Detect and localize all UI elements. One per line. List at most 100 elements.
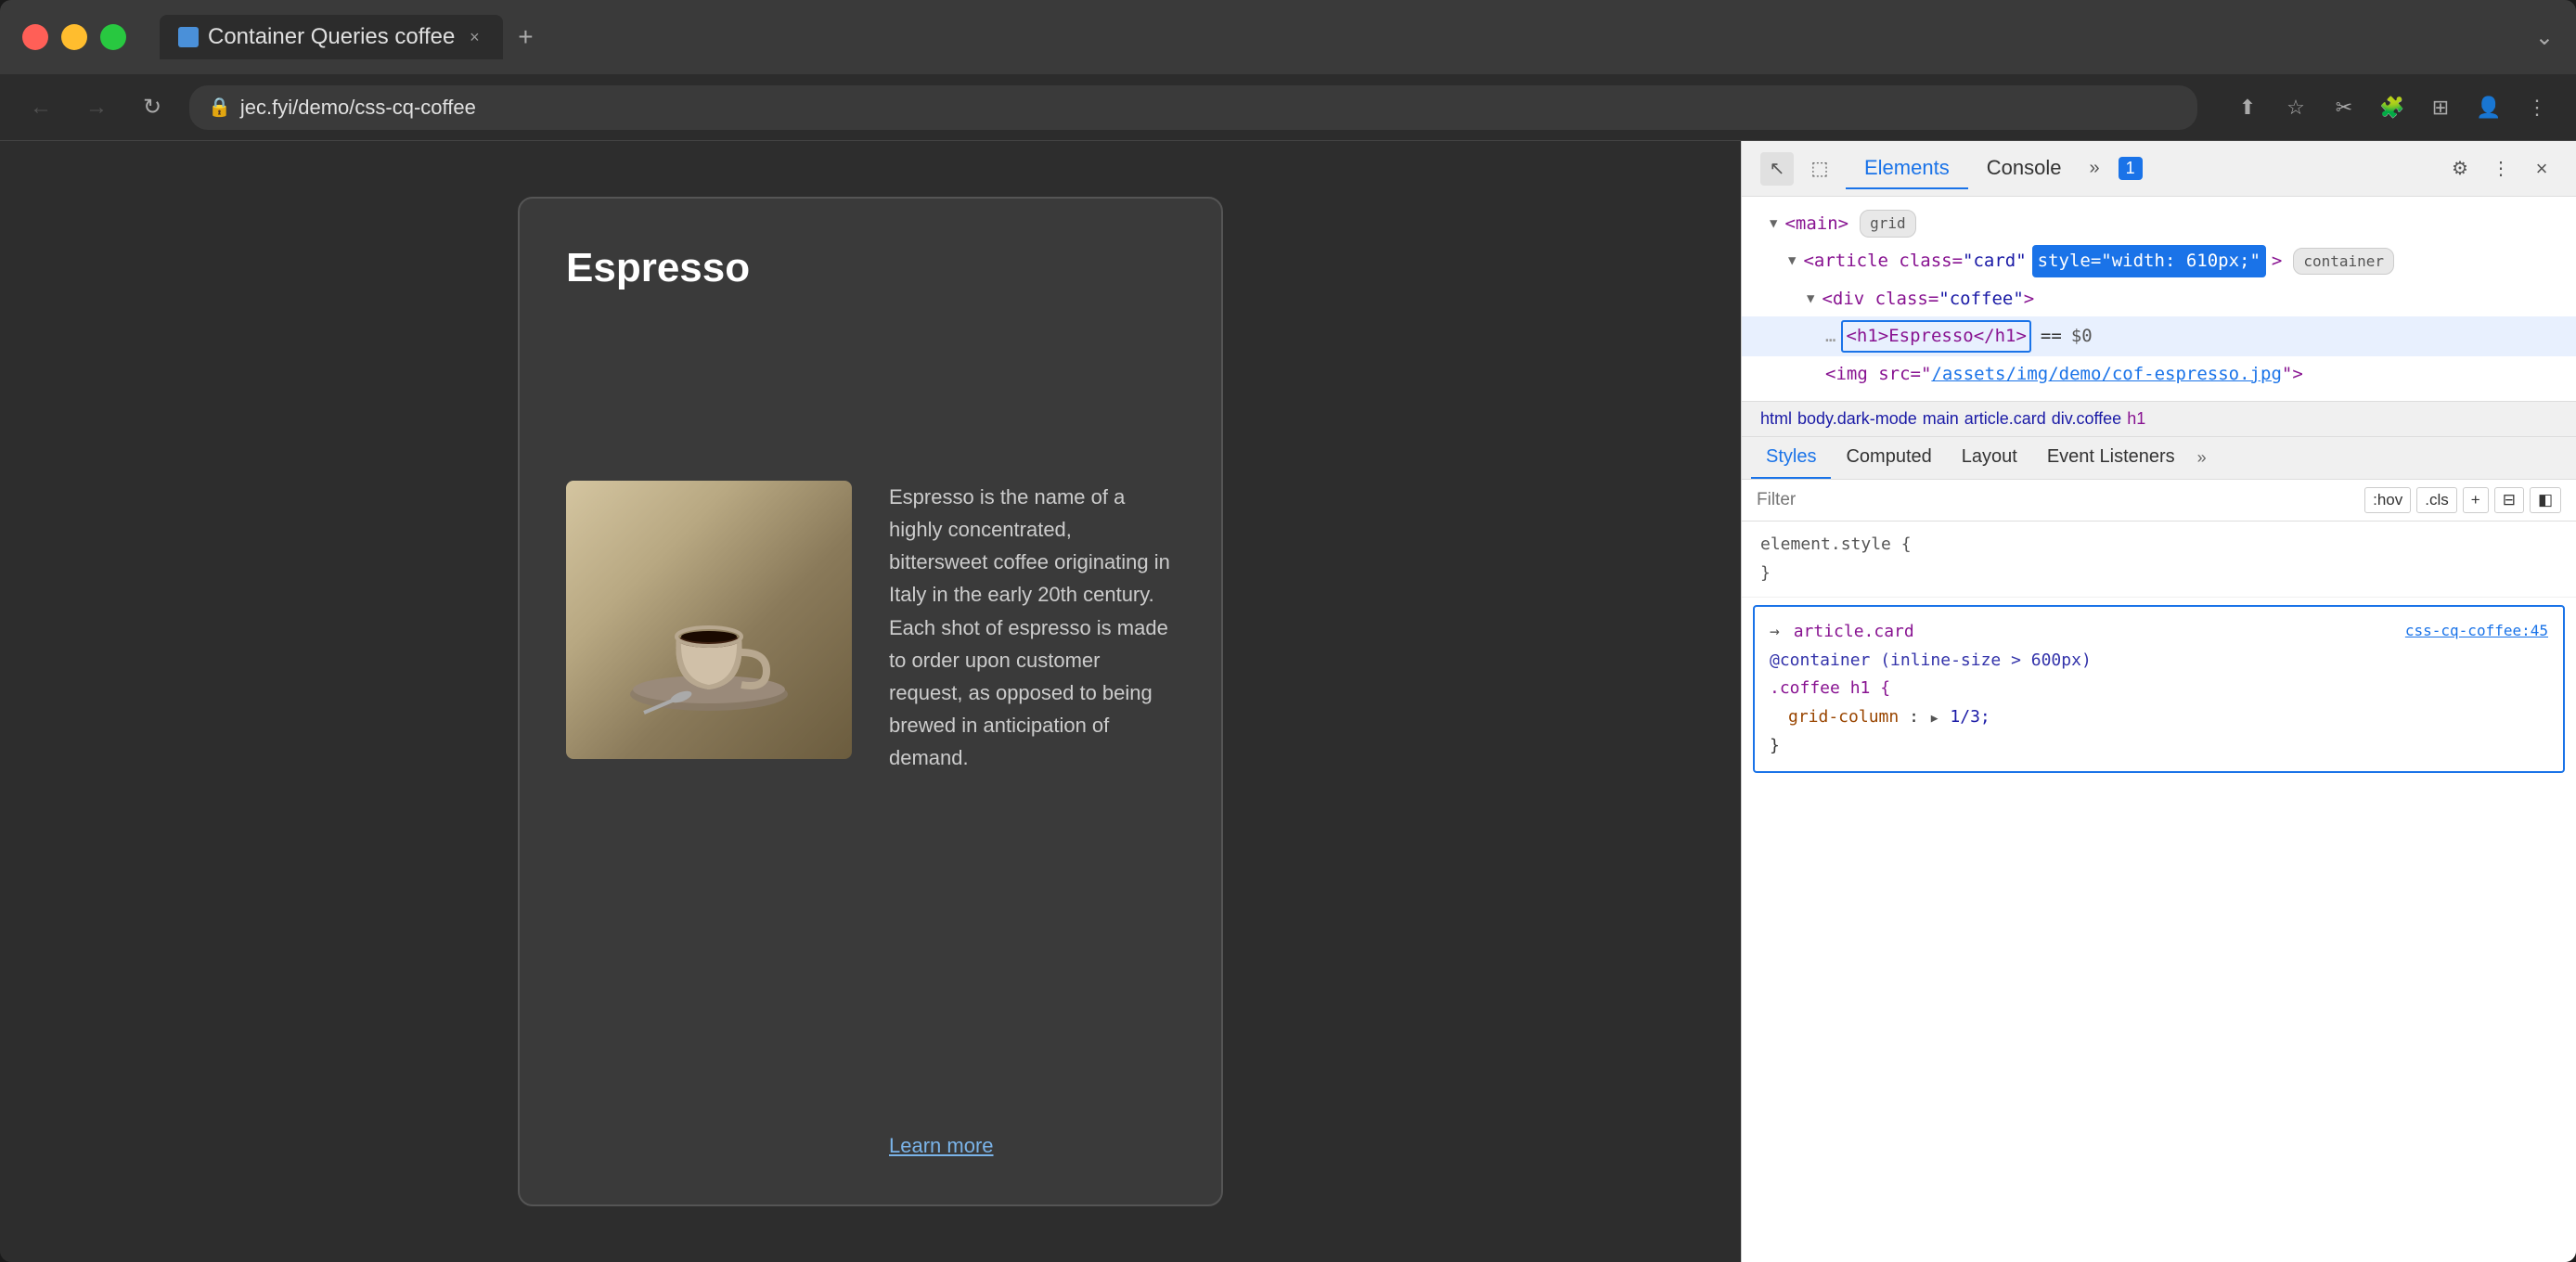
element-style-rule: element.style { } xyxy=(1742,522,2576,598)
breadcrumb-html[interactable]: html xyxy=(1760,409,1792,429)
div-tag: <div class="coffee"> xyxy=(1822,285,2034,313)
css-property-line: grid-column : ▶ 1/3; xyxy=(1770,703,2548,732)
forward-icon: → xyxy=(85,95,108,121)
devtools-close-button[interactable]: × xyxy=(2526,153,2557,185)
devtools-tabs: Elements Console » 1 xyxy=(1846,148,2435,189)
h1-element: <h1>Espresso</h1> xyxy=(1841,320,2030,352)
espresso-cup-svg xyxy=(616,518,802,722)
url-bar[interactable]: 🔒 jec.fyi/demo/css-cq-coffee xyxy=(189,85,2197,130)
devtools-more-icon[interactable]: ⋮ xyxy=(2485,153,2517,185)
element-picker-tool[interactable]: ↖ xyxy=(1760,152,1794,186)
tab-elements[interactable]: Elements xyxy=(1846,148,1968,189)
styles-filter-bar: :hov .cls + ⊟ ◧ xyxy=(1742,480,2576,522)
more-style-tabs[interactable]: » xyxy=(2190,448,2214,468)
hov-button[interactable]: :hov xyxy=(2364,487,2411,513)
styles-tabs: Styles Computed Layout Event Listeners » xyxy=(1742,437,2576,480)
dom-article-line[interactable]: ▼ <article class="card" style="width: 61… xyxy=(1742,241,2576,280)
grid-badge: grid xyxy=(1860,210,1916,238)
url-text: jec.fyi/demo/css-cq-coffee xyxy=(240,96,476,120)
css-close-brace: } xyxy=(1770,736,1780,755)
card-description: Espresso is the name of a highly concent… xyxy=(889,481,1175,945)
css-colon: : xyxy=(1909,707,1929,727)
device-toggle-tool[interactable]: ⬚ xyxy=(1803,152,1836,186)
main-content: Espresso xyxy=(0,141,2576,1262)
cls-button[interactable]: .cls xyxy=(2416,487,2457,513)
main-tag: <main> xyxy=(1784,210,1848,238)
article-close: > xyxy=(2272,247,2282,275)
element-style-close: } xyxy=(1760,563,1771,583)
css-source-link[interactable]: css-cq-coffee:45 xyxy=(2405,618,2548,643)
dom-main-line[interactable]: ▼ <main> grid xyxy=(1742,206,2576,241)
bookmark-icon[interactable]: ☆ xyxy=(2279,91,2312,124)
tab-close-button[interactable]: × xyxy=(464,27,484,47)
article-tag: <article class="card" xyxy=(1803,247,2026,275)
tab-title: Container Queries coffee xyxy=(208,24,455,50)
event-listeners-tab[interactable]: Event Listeners xyxy=(2032,437,2190,479)
toggle-dark-button[interactable]: ◧ xyxy=(2530,487,2561,513)
refresh-icon: ↻ xyxy=(143,94,161,121)
ellipsis: … xyxy=(1825,322,1835,350)
breadcrumb-body[interactable]: body.dark-mode xyxy=(1797,409,1917,429)
css-at-rule-line: @container (inline-size > 600px) xyxy=(1770,647,2548,676)
equals-sign: == xyxy=(2041,322,2062,350)
share-icon[interactable]: ⬆ xyxy=(2231,91,2264,124)
devtools-settings-icon[interactable]: ⚙ xyxy=(2444,153,2476,185)
css-at-rule: @container (inline-size > 600px) xyxy=(1770,650,2092,670)
copy-styles-button[interactable]: ⊟ xyxy=(2494,487,2524,513)
forward-button[interactable]: → xyxy=(78,89,115,126)
title-bar: Container Queries coffee × + ⌄ xyxy=(0,0,2576,74)
dom-tree: ▼ <main> grid ▼ <article class="card" st… xyxy=(1742,197,2576,402)
close-button[interactable] xyxy=(22,24,48,50)
triangle-icon: ▼ xyxy=(1788,251,1796,271)
lock-icon: 🔒 xyxy=(208,96,231,119)
filter-buttons: :hov .cls + ⊟ ◧ xyxy=(2364,487,2561,513)
card-title: Espresso xyxy=(566,245,1175,462)
profile-icon[interactable]: 👤 xyxy=(2472,91,2505,124)
breadcrumb-article[interactable]: article.card xyxy=(1964,409,2046,429)
triangle-icon: ▼ xyxy=(1770,213,1777,234)
tab-console[interactable]: Console xyxy=(1968,148,2080,189)
browser-viewport: Espresso xyxy=(0,141,1741,1262)
devtools-panel: ↖ ⬚ Elements Console » 1 ⚙ ⋮ × xyxy=(1741,141,2576,1262)
maximize-button[interactable] xyxy=(100,24,126,50)
devtools-topbar: ↖ ⬚ Elements Console » 1 ⚙ ⋮ × xyxy=(1742,141,2576,197)
learn-more-link[interactable]: Learn more xyxy=(889,1134,1175,1158)
triangle-icon: ▼ xyxy=(1807,289,1814,309)
new-tab-button[interactable]: + xyxy=(507,19,544,56)
styles-tab[interactable]: Styles xyxy=(1751,437,1831,479)
toolbar-icons: ⬆ ☆ ✂ 🧩 ⊞ 👤 ⋮ xyxy=(2231,91,2554,124)
computed-tab[interactable]: Computed xyxy=(1831,437,1946,479)
dom-h1-line[interactable]: … <h1>Espresso</h1> == $0 xyxy=(1742,316,2576,355)
img-tag: <img src="/assets/img/demo/cof-espresso.… xyxy=(1825,360,2303,388)
tab-bar: Container Queries coffee × + xyxy=(160,15,2520,59)
breadcrumb: html body.dark-mode main article.card di… xyxy=(1742,402,2576,437)
more-icon[interactable]: ⋮ xyxy=(2520,91,2554,124)
active-tab[interactable]: Container Queries coffee × xyxy=(160,15,503,59)
back-button[interactable]: ← xyxy=(22,89,59,126)
layout-tab[interactable]: Layout xyxy=(1947,437,2032,479)
dom-div-line[interactable]: ▼ <div class="coffee"> xyxy=(1742,281,2576,316)
breadcrumb-h1[interactable]: h1 xyxy=(2127,409,2145,429)
cut-icon[interactable]: ✂ xyxy=(2327,91,2361,124)
filter-input[interactable] xyxy=(1757,490,2355,510)
back-icon: ← xyxy=(30,95,52,121)
css-selector-article[interactable]: article.card xyxy=(1794,622,1914,641)
breadcrumb-div[interactable]: div.coffee xyxy=(2052,409,2121,429)
window-collapse[interactable]: ⌄ xyxy=(2535,24,2554,51)
devtools-more-tabs[interactable]: » xyxy=(2080,158,2108,179)
css-value: 1/3; xyxy=(1950,707,1990,727)
expand-icon[interactable]: ▶ xyxy=(1931,712,1938,726)
add-rule-button[interactable]: + xyxy=(2463,487,2489,513)
css-rules-panel: element.style { } → article.card css-cq-… xyxy=(1742,522,2576,1262)
traffic-lights xyxy=(22,24,126,50)
extension-icon[interactable]: 🧩 xyxy=(2376,91,2409,124)
breadcrumb-main[interactable]: main xyxy=(1923,409,1959,429)
container-query-rule: → article.card css-cq-coffee:45 @contain… xyxy=(1753,605,2565,773)
minimize-button[interactable] xyxy=(61,24,87,50)
console-badge: 1 xyxy=(2119,157,2143,180)
dom-zero: $0 xyxy=(2071,322,2093,350)
refresh-button[interactable]: ↻ xyxy=(134,89,171,126)
sidebar-icon[interactable]: ⊞ xyxy=(2424,91,2457,124)
style-attribute: style="width: 610px;" xyxy=(2032,245,2266,277)
dom-img-line[interactable]: <img src="/assets/img/demo/cof-espresso.… xyxy=(1742,356,2576,392)
